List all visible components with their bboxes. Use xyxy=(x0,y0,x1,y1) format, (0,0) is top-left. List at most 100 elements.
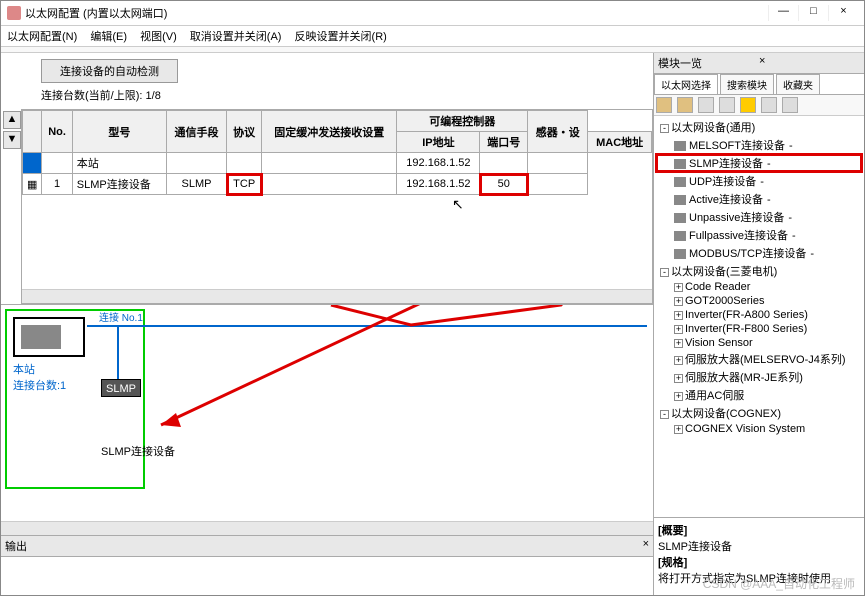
window-title: 以太网配置 (内置以太网端口) xyxy=(25,5,768,21)
star-icon[interactable] xyxy=(740,97,756,113)
cell-port[interactable] xyxy=(480,153,528,174)
expand-icon[interactable]: + xyxy=(674,297,683,306)
titlebar: 以太网配置 (内置以太网端口) — □ × xyxy=(1,1,864,26)
tree-node[interactable]: MODBUS/TCP连接设备- xyxy=(656,244,862,262)
expand-icon[interactable]: + xyxy=(674,392,683,401)
toolbar-icon[interactable] xyxy=(698,97,714,113)
tree-label: SLMP连接设备 xyxy=(689,158,763,170)
cell-port[interactable]: 50 xyxy=(480,174,528,195)
cell-model[interactable]: 本站 xyxy=(72,153,166,174)
tree-node[interactable]: +COGNEX Vision System xyxy=(656,422,862,436)
tree-node[interactable]: -以太网设备(通用) xyxy=(656,118,862,136)
tree-node[interactable]: Fullpassive连接设备- xyxy=(656,226,862,244)
output-title: 输出 xyxy=(5,538,643,554)
output-close[interactable]: × xyxy=(643,538,649,554)
expand-icon[interactable]: + xyxy=(674,425,683,434)
cell-model[interactable]: SLMP连接设备 xyxy=(72,174,166,195)
tree-node[interactable]: +Code Reader xyxy=(656,280,862,294)
scrollbar-h[interactable] xyxy=(1,521,653,535)
tree-node[interactable]: +通用AC伺服 xyxy=(656,386,862,404)
tree-node[interactable]: +GOT2000Series xyxy=(656,294,862,308)
cell-comm[interactable] xyxy=(166,153,226,174)
expand-icon[interactable]: + xyxy=(674,325,683,334)
tree-node[interactable]: +Inverter(FR-F800 Series) xyxy=(656,322,862,336)
dash: - xyxy=(767,194,771,206)
cell-ip[interactable]: 192.168.1.52 xyxy=(397,153,480,174)
device-icon xyxy=(674,195,686,205)
cell-mac[interactable] xyxy=(528,153,588,174)
connection-label: 连接 No.1 xyxy=(99,309,143,324)
side-buttons: ▲ ▼ xyxy=(1,109,21,304)
modules-close[interactable]: × xyxy=(755,55,860,71)
expand-icon[interactable]: + xyxy=(674,283,683,292)
tree-node[interactable]: UDP连接设备- xyxy=(656,172,862,190)
expand-icon[interactable]: + xyxy=(674,356,683,365)
tree-node[interactable]: +Inverter(FR-A800 Series) xyxy=(656,308,862,322)
main-window: 以太网配置 (内置以太网端口) — □ × 以太网配置(N) 编辑(E) 视图(… xyxy=(0,0,865,596)
close-button[interactable]: × xyxy=(828,5,858,21)
expand-icon[interactable]: - xyxy=(660,268,669,277)
tree-node[interactable]: +伺服放大器(MR-JE系列) xyxy=(656,368,862,386)
toolbar-icon[interactable] xyxy=(656,97,672,113)
tree-node[interactable]: Active连接设备- xyxy=(656,190,862,208)
cell-comm[interactable]: SLMP xyxy=(166,174,226,195)
menu-apply-close[interactable]: 反映设置并关闭(R) xyxy=(295,31,387,43)
toolbar-icon[interactable] xyxy=(719,97,735,113)
table-row[interactable]: 本站 192.168.1.52 xyxy=(23,153,652,174)
cell-proto[interactable]: TCP xyxy=(227,174,262,195)
minimize-button[interactable]: — xyxy=(768,5,798,21)
menu-config[interactable]: 以太网配置(N) xyxy=(7,31,77,43)
cell-proto[interactable] xyxy=(227,153,262,174)
tree-node[interactable]: SLMP连接设备- xyxy=(656,154,862,172)
th-port: 端口号 xyxy=(480,132,528,153)
menu-cancel-close[interactable]: 取消设置并关闭(A) xyxy=(190,31,282,43)
toolbar-icon[interactable] xyxy=(782,97,798,113)
tab-select[interactable]: 以太网选择 xyxy=(654,74,718,94)
summary-text: SLMP连接设备 xyxy=(658,541,732,553)
station-icon[interactable] xyxy=(13,317,85,357)
expand-icon[interactable]: + xyxy=(674,339,683,348)
row-indicator: ▦ xyxy=(23,174,42,195)
dash: - xyxy=(767,158,771,170)
device-table[interactable]: No. 型号 通信手段 协议 固定缓冲发送接收设置 可编程控制器 感器・设 IP… xyxy=(21,109,653,304)
tree-node[interactable]: +伺服放大器(MELSERVO-J4系列) xyxy=(656,350,862,368)
tree-label: Inverter(FR-F800 Series) xyxy=(685,323,807,335)
table-row[interactable]: ▦ 1 SLMP连接设备 SLMP TCP 192.168.1.52 50 xyxy=(23,174,652,195)
tree-node[interactable]: +Vision Sensor xyxy=(656,336,862,350)
tab-search[interactable]: 搜索模块 xyxy=(720,74,774,94)
expand-icon[interactable]: + xyxy=(674,374,683,383)
menu-edit[interactable]: 编辑(E) xyxy=(90,31,127,43)
move-up-button[interactable]: ▲ xyxy=(3,111,21,129)
move-down-button[interactable]: ▼ xyxy=(3,131,21,149)
tab-fav[interactable]: 收藏夹 xyxy=(776,74,820,94)
cell-no[interactable]: 1 xyxy=(42,174,72,195)
tree-label: COGNEX Vision System xyxy=(685,423,805,435)
cell-fixed[interactable] xyxy=(262,174,397,195)
cursor-icon: ↖ xyxy=(452,196,464,213)
cell-mac[interactable] xyxy=(528,174,588,195)
maximize-button[interactable]: □ xyxy=(798,5,828,21)
th-no: No. xyxy=(42,111,72,153)
cell-no[interactable] xyxy=(42,153,72,174)
tree-toolbar xyxy=(654,95,864,116)
slmp-device-icon[interactable]: SLMP xyxy=(101,379,141,397)
toolbar-icon[interactable] xyxy=(761,97,777,113)
module-tree[interactable]: -以太网设备(通用)MELSOFT连接设备-SLMP连接设备-UDP连接设备-A… xyxy=(654,116,864,517)
expand-icon[interactable]: + xyxy=(674,311,683,320)
station-label: 本站 连接台数:1 xyxy=(13,361,66,393)
row-indicator xyxy=(23,153,42,174)
menu-view[interactable]: 视图(V) xyxy=(140,31,177,43)
tree-node[interactable]: MELSOFT连接设备- xyxy=(656,136,862,154)
auto-detect-button[interactable]: 连接设备的自动检测 xyxy=(41,59,178,83)
cell-fixed[interactable] xyxy=(262,153,397,174)
tree-node[interactable]: -以太网设备(COGNEX) xyxy=(656,404,862,422)
toolbar-icon[interactable] xyxy=(677,97,693,113)
cell-ip[interactable]: 192.168.1.52 xyxy=(397,174,480,195)
expand-icon[interactable]: - xyxy=(660,124,669,133)
scrollbar-h[interactable] xyxy=(22,289,652,303)
tree-node[interactable]: Unpassive连接设备- xyxy=(656,208,862,226)
tree-node[interactable]: -以太网设备(三菱电机) xyxy=(656,262,862,280)
modules-title: 模块一览 xyxy=(658,55,755,71)
expand-icon[interactable]: - xyxy=(660,410,669,419)
tree-label: UDP连接设备 xyxy=(689,176,756,188)
